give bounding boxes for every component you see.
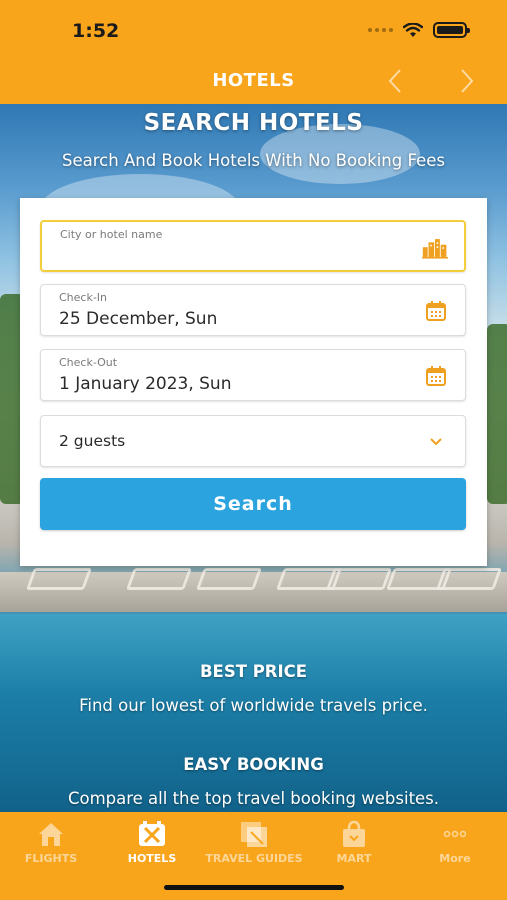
shopping-bag-icon bbox=[339, 820, 369, 848]
tab-label-hotels: HOTELS bbox=[127, 852, 177, 865]
guide-icon bbox=[239, 820, 269, 848]
city-field[interactable]: City or hotel name bbox=[40, 220, 466, 272]
signal-icon bbox=[368, 28, 393, 32]
hero-subtitle: Search And Book Hotels With No Booking F… bbox=[62, 151, 445, 170]
lounger-shape bbox=[435, 568, 503, 590]
wifi-icon bbox=[403, 22, 423, 37]
lounger-shape bbox=[195, 568, 263, 590]
feature-title-easy-booking: EASY BOOKING bbox=[183, 755, 324, 774]
page-title: HOTELS bbox=[212, 70, 295, 91]
tab-travel-guides[interactable]: TRAVEL GUIDES bbox=[204, 820, 304, 865]
back-arrow-icon[interactable] bbox=[380, 66, 410, 96]
city-buildings-icon bbox=[422, 235, 448, 261]
tab-mart[interactable]: MART bbox=[304, 820, 404, 865]
tab-hotels[interactable]: HOTELS bbox=[102, 820, 202, 865]
tab-label-flights: FLIGHTS bbox=[24, 852, 78, 865]
tab-label-travel-guides: TRAVEL GUIDES bbox=[205, 852, 303, 865]
checkout-label: Check-Out bbox=[59, 356, 118, 369]
checkin-value: 25 December, Sun bbox=[59, 309, 218, 329]
lounger-shape bbox=[25, 568, 93, 590]
guests-select[interactable]: 2 guests bbox=[40, 415, 466, 467]
city-field-placeholder: City or hotel name bbox=[60, 228, 163, 241]
lounger-shape bbox=[125, 568, 193, 590]
status-bar: 1:52 bbox=[0, 0, 507, 60]
feature-title-best-price: BEST PRICE bbox=[199, 662, 308, 681]
tab-label-mart: MART bbox=[336, 852, 372, 865]
tab-flights[interactable]: FLIGHTS bbox=[1, 820, 101, 865]
chevron-down-icon bbox=[423, 429, 449, 455]
checkout-value: 1 January 2023, Sun bbox=[59, 374, 232, 394]
search-card: City or hotel name Check-In 25 December,… bbox=[20, 198, 487, 566]
forward-arrow-icon[interactable] bbox=[452, 66, 482, 96]
hotel-icon bbox=[137, 820, 167, 848]
guests-value: 2 guests bbox=[59, 432, 126, 450]
home-icon bbox=[36, 820, 66, 848]
status-indicators bbox=[368, 22, 470, 38]
navigation-bar: HOTELS bbox=[0, 60, 507, 104]
battery-icon bbox=[433, 22, 470, 38]
hero-title: SEARCH HOTELS bbox=[143, 110, 364, 136]
palm-tree-shape bbox=[487, 324, 507, 504]
search-button[interactable]: Search bbox=[40, 478, 466, 530]
home-indicator bbox=[164, 885, 344, 890]
tab-more[interactable]: More bbox=[405, 820, 505, 865]
lounger-shape bbox=[325, 568, 393, 590]
checkin-field[interactable]: Check-In 25 December, Sun bbox=[40, 284, 466, 336]
calendar-icon bbox=[423, 363, 449, 389]
calendar-icon bbox=[423, 298, 449, 324]
feature-text-easy-booking: Compare all the top travel booking websi… bbox=[67, 789, 440, 808]
checkout-field[interactable]: Check-Out 1 January 2023, Sun bbox=[40, 349, 466, 401]
more-icon bbox=[440, 820, 470, 848]
status-time: 1:52 bbox=[72, 20, 120, 42]
tab-label-more: More bbox=[439, 852, 471, 865]
hero-background: SEARCH HOTELS Search And Book Hotels Wit… bbox=[0, 104, 507, 812]
feature-text-best-price: Find our lowest of worldwide travels pri… bbox=[79, 696, 428, 715]
checkin-label: Check-In bbox=[59, 291, 108, 304]
